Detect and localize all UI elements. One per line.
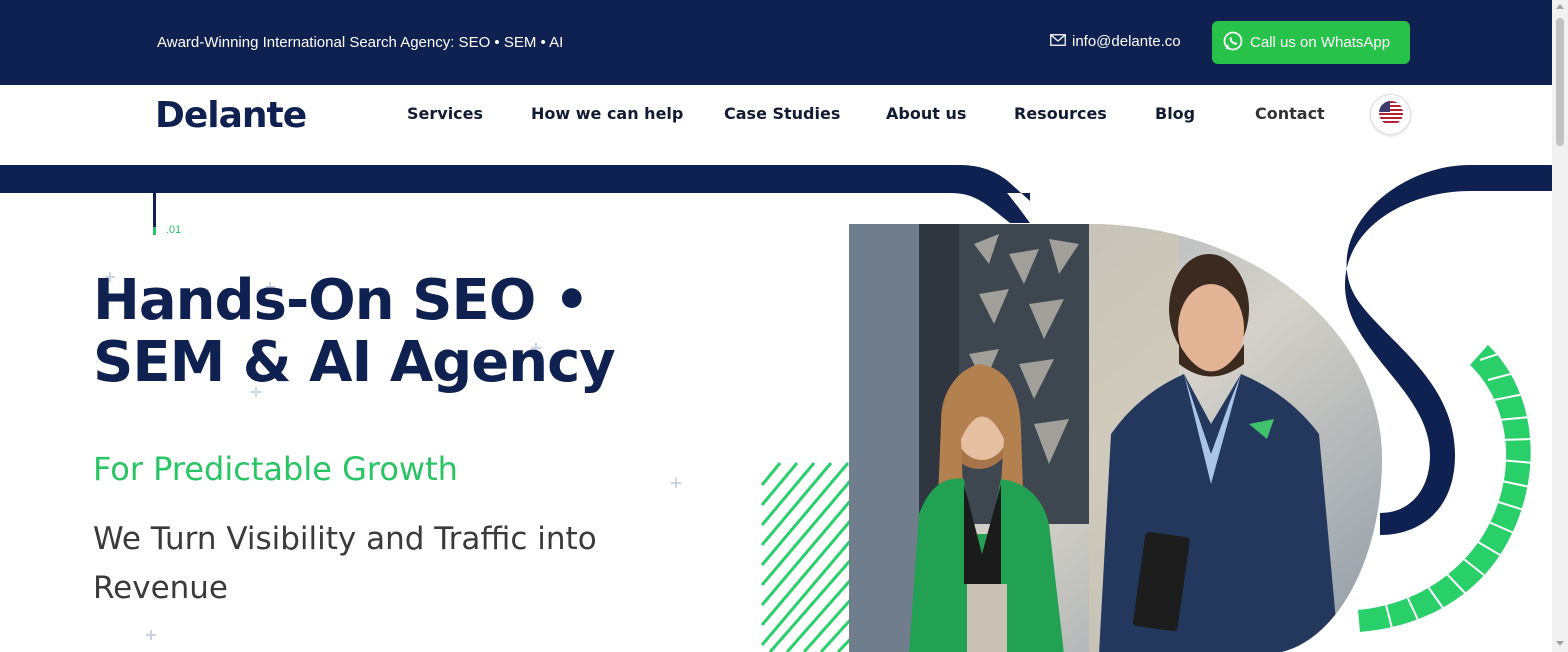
nav-item-blog[interactable]: Blog [1155, 104, 1195, 123]
nav-item-contact[interactable]: Contact [1255, 104, 1325, 123]
whatsapp-icon [1222, 30, 1244, 56]
hero-lead: We Turn Visibility and Traffic into Reve… [93, 521, 597, 606]
nav-item-case-studies[interactable]: Case Studies [724, 104, 840, 123]
green-hatch [760, 462, 864, 652]
mail-icon [1050, 33, 1066, 50]
us-flag-icon [1378, 100, 1404, 130]
scroll-down-arrow-icon[interactable] [1556, 641, 1564, 646]
nav-item-services[interactable]: Services [407, 104, 483, 123]
hero-section: .01 Hands-On SEO • SEM & AI Agency For P… [0, 165, 1552, 652]
main-nav: Delante Services How we can help Case St… [0, 85, 1552, 165]
scroll-up-arrow-icon[interactable] [1556, 4, 1564, 9]
page: Award-Winning International Search Agenc… [0, 0, 1568, 652]
top-bar: Award-Winning International Search Agenc… [0, 0, 1552, 85]
language-switcher[interactable] [1370, 94, 1411, 135]
hero-title: Hands-On SEO • SEM & AI Agency [93, 270, 713, 394]
email-text: info@delante.co [1072, 33, 1181, 50]
nav-item-how-we-can-help[interactable]: How we can help [531, 104, 683, 123]
whatsapp-label: Call us on WhatsApp [1250, 34, 1391, 51]
nav-item-resources[interactable]: Resources [1014, 104, 1107, 123]
section-index: .01 [166, 224, 182, 236]
email-link[interactable]: info@delante.co [1050, 33, 1181, 50]
hero-title-line-2: SEM & AI Agency [93, 330, 616, 395]
top-bar-tagline: Award-Winning International Search Agenc… [157, 34, 564, 51]
nav-item-about-us[interactable]: About us [886, 104, 966, 123]
whatsapp-button[interactable]: Call us on WhatsApp [1212, 21, 1410, 64]
hero-title-line-1: Hands-On SEO • [93, 268, 590, 333]
scrollbar-thumb[interactable] [1556, 18, 1564, 146]
page-scrollbar[interactable] [1552, 0, 1568, 652]
hero-subtitle: For Predictable Growth [93, 450, 458, 488]
delante-logo[interactable]: Delante [155, 95, 307, 136]
